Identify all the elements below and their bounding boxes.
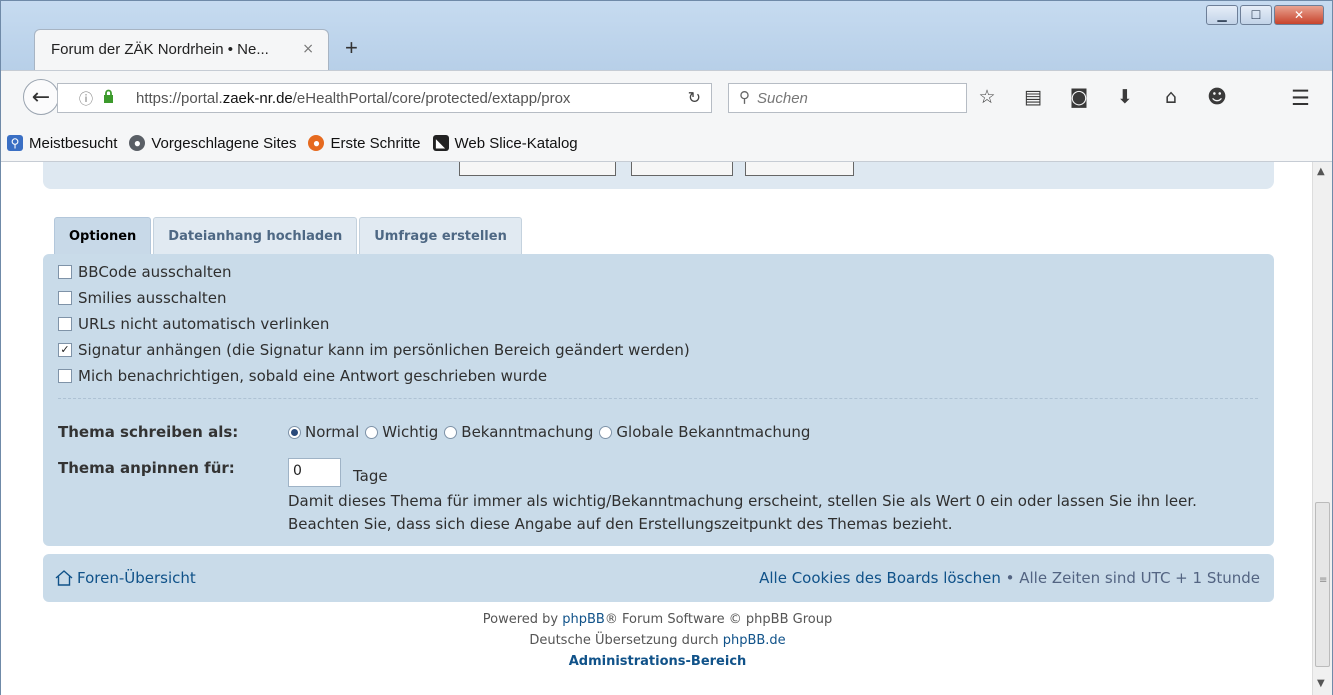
scroll-thumb[interactable]: ≡: [1315, 502, 1330, 667]
reading-list-icon[interactable]: ▤: [1022, 86, 1044, 108]
minimize-button[interactable]: ▁: [1206, 5, 1238, 25]
option-signature[interactable]: ✓ Signatur anhängen (die Signatur kann im…: [58, 341, 690, 359]
topic-type-label: Thema schreiben als:: [58, 423, 239, 441]
firefox-icon: ●: [308, 135, 325, 151]
scroll-up-icon[interactable]: ▲: [1317, 166, 1325, 177]
footer-right: Alle Cookies des Boards löschen • Alle Z…: [759, 569, 1260, 587]
notify-checkbox[interactable]: [58, 369, 72, 383]
bbcode-checkbox[interactable]: [58, 265, 72, 279]
download-icon[interactable]: ⬇: [1114, 86, 1136, 108]
web-slice-icon: ◣: [432, 135, 449, 151]
lock-icon[interactable]: [103, 89, 114, 103]
forum-index-link[interactable]: Foren-Übersicht: [55, 569, 196, 587]
home-icon[interactable]: ⌂: [1160, 86, 1182, 108]
admin-line: Administrations-Bereich: [1, 651, 1314, 672]
admin-link[interactable]: Administrations-Bereich: [569, 654, 747, 669]
timezone-text: Alle Zeiten sind UTC + 1 Stunde: [1019, 569, 1260, 587]
phpbb-link[interactable]: phpBB: [562, 612, 605, 627]
scroll-grip-icon: ≡: [1319, 575, 1328, 586]
phpbb-de-link[interactable]: phpBB.de: [723, 633, 786, 648]
radio-wichtig[interactable]: [365, 425, 379, 439]
tab-dateianhang[interactable]: Dateianhang hochladen: [153, 217, 358, 254]
toolbar-icons: ☆ ▤ ◙ ⬇ ⌂ ☻: [976, 86, 1228, 108]
footer-navbar: Foren-Übersicht Alle Cookies des Boards …: [43, 554, 1274, 602]
bookmark-vorgeschlagene-sites[interactable]: ● Vorgeschlagene Sites: [129, 135, 296, 152]
option-smilies[interactable]: Smilies ausschalten: [58, 289, 227, 307]
search-bar[interactable]: ⚲ Suchen: [728, 83, 967, 113]
topic-type-radios: Normal Wichtig Bekanntmachung Globale Be…: [288, 423, 810, 441]
submit-button[interactable]: [745, 162, 854, 176]
reload-icon[interactable]: ↻: [688, 88, 701, 108]
radio-globale-bekanntmachung[interactable]: [599, 425, 613, 439]
delete-cookies-link[interactable]: Alle Cookies des Boards löschen: [759, 569, 1001, 587]
bookmark-meistbesucht[interactable]: ⚲ Meistbesucht: [7, 135, 117, 152]
page-content: Optionen Dateianhang hochladen Umfrage e…: [1, 162, 1314, 695]
bookmark-erste-schritte[interactable]: ● Erste Schritte: [308, 135, 421, 152]
urls-checkbox[interactable]: [58, 317, 72, 331]
pin-label: Thema anpinnen für:: [58, 459, 235, 477]
option-urls[interactable]: URLs nicht automatisch verlinken: [58, 315, 329, 333]
radio-bekanntmachung[interactable]: [444, 425, 458, 439]
copyright-line: Powered by phpBB® Forum Software © phpBB…: [482, 612, 833, 627]
option-notify[interactable]: Mich benachrichtigen, sobald eine Antwor…: [58, 367, 547, 385]
bookmark-web-slice-katalog[interactable]: ◣ Web Slice-Katalog: [432, 135, 578, 152]
submit-buttons-box: [43, 162, 1274, 189]
radio-normal[interactable]: [288, 425, 301, 439]
pocket-icon[interactable]: ◙: [1068, 86, 1090, 108]
home-icon: [55, 570, 73, 586]
navigation-bar: ← ⓘ https://portal.zaek-nr.de/eHealthPor…: [1, 70, 1332, 126]
scroll-down-icon[interactable]: ▼: [1317, 678, 1325, 689]
pin-days-input[interactable]: 0: [288, 458, 341, 487]
tab-umfrage[interactable]: Umfrage erstellen: [359, 217, 522, 254]
browser-window: ▁ ☐ ✕ Forum der ZÄK Nordrhein • Ne... × …: [0, 0, 1333, 695]
signature-checkbox[interactable]: ✓: [58, 343, 72, 357]
preview-button[interactable]: [459, 162, 616, 176]
feedback-smiley-icon[interactable]: ☻: [1206, 86, 1228, 108]
bookmark-star-icon[interactable]: ☆: [976, 86, 998, 108]
back-arrow-icon: ←: [31, 84, 51, 110]
options-panel: BBCode ausschalten Smilies ausschalten U…: [43, 254, 1274, 546]
options-tabs: Optionen Dateianhang hochladen Umfrage e…: [54, 217, 522, 254]
tab-title: Forum der ZÄK Nordrhein • Ne...: [51, 41, 269, 58]
info-icon[interactable]: ⓘ: [79, 89, 93, 109]
bookmarks-toolbar: ⚲ Meistbesucht ● Vorgeschlagene Sites ● Ers…: [1, 125, 1332, 162]
pin-explanation: Damit dieses Thema für immer als wichtig…: [288, 492, 1197, 533]
tab-optionen[interactable]: Optionen: [54, 217, 152, 254]
tab-close-icon[interactable]: ×: [302, 41, 314, 57]
hamburger-menu-icon[interactable]: ☰: [1291, 86, 1310, 110]
save-button[interactable]: [631, 162, 733, 176]
search-bookmark-icon: ⚲: [7, 135, 23, 151]
maximize-button[interactable]: ☐: [1240, 5, 1272, 25]
search-icon: ⚲: [739, 89, 750, 106]
search-placeholder: Suchen: [757, 90, 808, 107]
browser-tab[interactable]: Forum der ZÄK Nordrhein • Ne... ×: [34, 29, 329, 71]
divider: [58, 398, 1258, 399]
title-bar: ▁ ☐ ✕ Forum der ZÄK Nordrhein • Ne... × …: [1, 1, 1332, 71]
new-tab-button[interactable]: +: [345, 35, 358, 61]
vertical-scrollbar[interactable]: ▲ ≡ ▼: [1312, 162, 1332, 695]
smilies-checkbox[interactable]: [58, 291, 72, 305]
address-bar[interactable]: ⓘ https://portal.zaek-nr.de/eHealthPorta…: [57, 83, 712, 113]
window-controls: ▁ ☐ ✕: [1206, 5, 1324, 25]
option-bbcode[interactable]: BBCode ausschalten: [58, 263, 232, 281]
globe-icon: ●: [129, 135, 146, 151]
close-window-button[interactable]: ✕: [1274, 5, 1324, 25]
url-text[interactable]: https://portal.zaek-nr.de/eHealthPortal/…: [136, 90, 570, 107]
pin-unit: Tage: [353, 467, 388, 485]
translation-line: Deutsche Übersetzung durch phpBB.de: [529, 633, 786, 648]
back-button[interactable]: ←: [23, 79, 59, 115]
